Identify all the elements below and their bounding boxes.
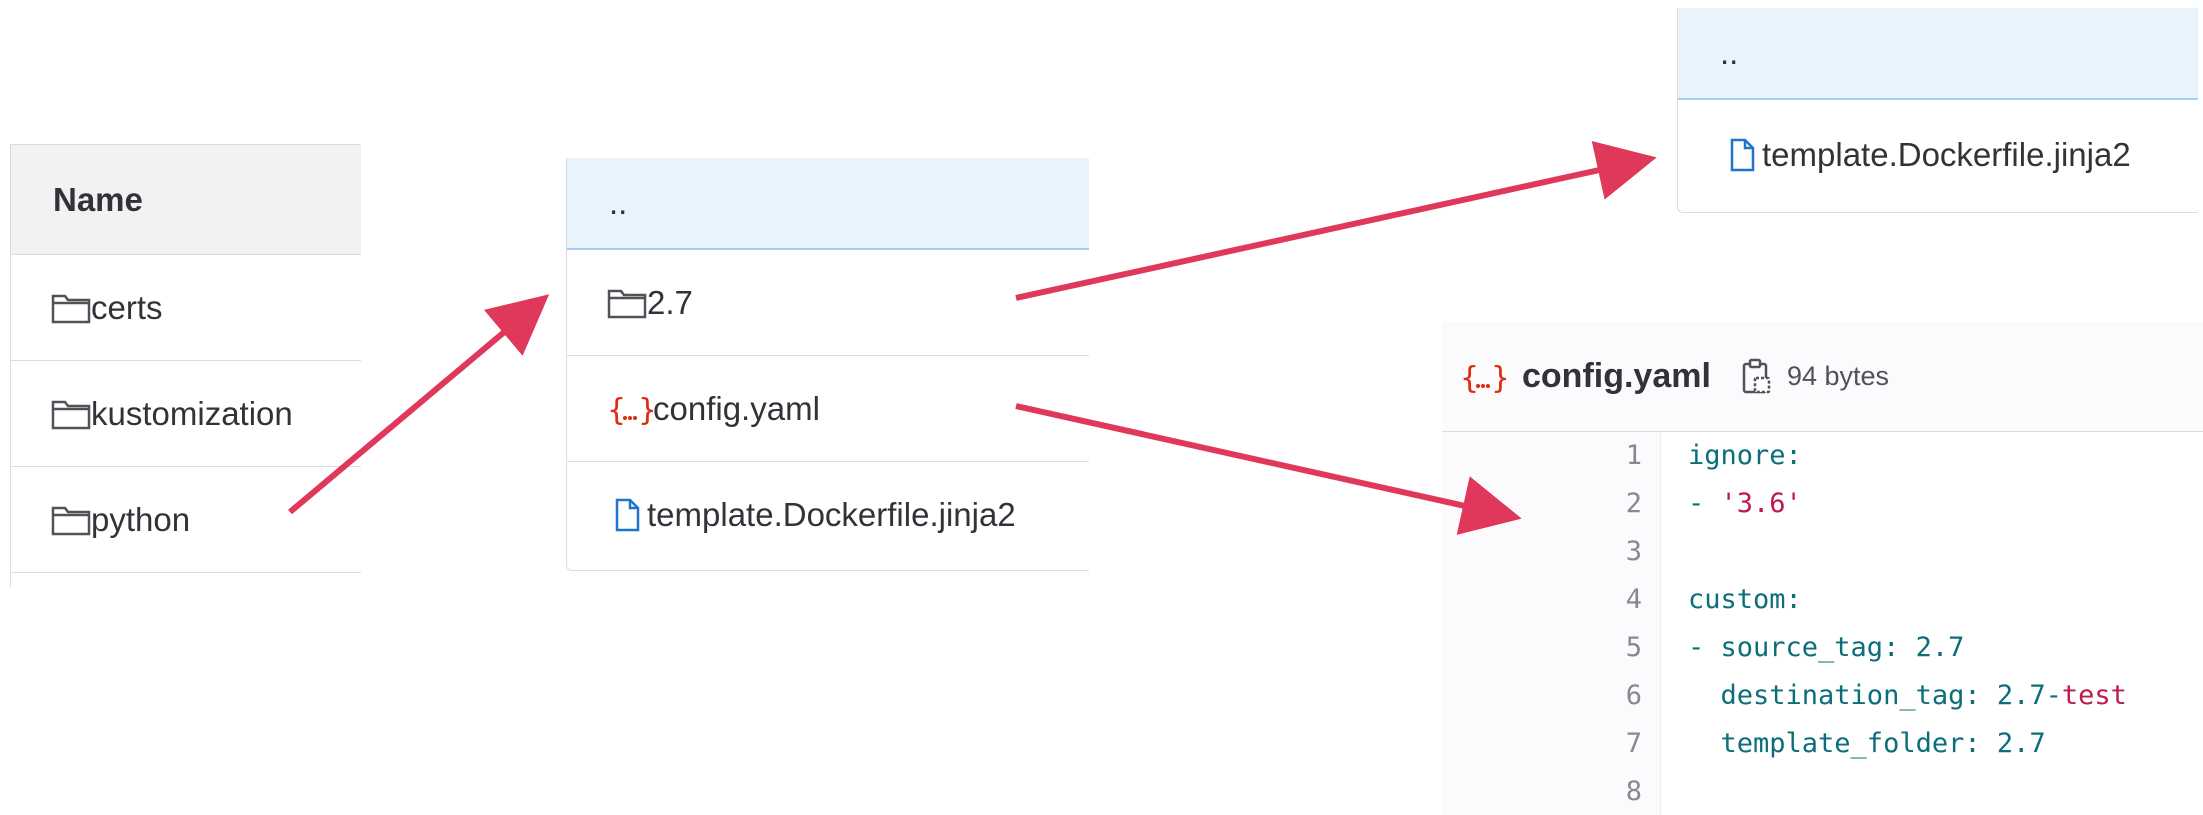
- yaml-icon: {}: [607, 392, 653, 426]
- svg-text:{: {: [1460, 361, 1479, 394]
- item-label: template.Dockerfile.jinja2: [647, 496, 1016, 533]
- folder-icon: [607, 287, 647, 319]
- code-view: 1 ignore: 2 - '3.6' 3 4 custom: 5 - source_tag: …: [1442, 432, 2203, 815]
- code-line: 2 - '3.6': [1442, 480, 2203, 528]
- parent-directory-link[interactable]: ..: [567, 158, 1089, 250]
- item-label: 2.7: [647, 283, 693, 321]
- folder-icon: [51, 504, 91, 536]
- line-number[interactable]: 1: [1442, 432, 1642, 480]
- code-line: 6 destination_tag: 2.7-test: [1442, 672, 2203, 720]
- yaml-icon: {}: [1460, 360, 1506, 394]
- code-text: destination_tag: 2.7-test: [1688, 680, 2127, 711]
- file-icon: [607, 498, 647, 532]
- item-label: kustomization: [91, 394, 293, 432]
- item-label: certs: [91, 288, 163, 326]
- code-line: 7 template_folder: 2.7: [1442, 720, 2203, 768]
- item-label: config.yaml: [653, 389, 820, 427]
- code-text: ignore:: [1688, 440, 1802, 471]
- svg-text:}: }: [638, 393, 653, 426]
- version-2.7-file-list: .. template.Dockerfile.jinja2: [1677, 8, 2198, 213]
- arrow-2.7-to-listing: [1015, 140, 1657, 301]
- code-line: 4 custom:: [1442, 576, 2203, 624]
- file-icon: [1722, 138, 1762, 172]
- code-text: - '3.6': [1688, 488, 1802, 519]
- line-number[interactable]: 5: [1442, 624, 1642, 672]
- line-number[interactable]: 3: [1442, 528, 1642, 576]
- list-item-certs[interactable]: certs: [11, 255, 361, 361]
- parent-directory-label: ..: [1720, 34, 1739, 71]
- file-size: 94 bytes: [1786, 361, 1890, 391]
- svg-text:{: {: [607, 393, 626, 426]
- list-item-2.7[interactable]: 2.7: [567, 250, 1089, 356]
- code-text: template_folder: 2.7: [1688, 728, 2046, 759]
- code-line: 8: [1442, 768, 2203, 815]
- file-header: {} config.yaml 94 bytes: [1442, 322, 2203, 432]
- code-line: 5 - source_tag: 2.7: [1442, 624, 2203, 672]
- line-number[interactable]: 4: [1442, 576, 1642, 624]
- list-item-python[interactable]: python: [11, 467, 361, 573]
- code-line: 3: [1442, 528, 2203, 576]
- name-column-header: Name: [11, 145, 361, 255]
- svg-text:}: }: [1491, 361, 1506, 394]
- arrow-config-to-viewer: [1015, 403, 1522, 535]
- copy-icon[interactable]: [1741, 358, 1773, 396]
- line-number[interactable]: 7: [1442, 720, 1642, 768]
- list-item-kustomization[interactable]: kustomization: [11, 361, 361, 467]
- parent-directory-link[interactable]: ..: [1678, 8, 2198, 100]
- list-item-template-dockerfile[interactable]: template.Dockerfile.jinja2: [567, 462, 1089, 568]
- item-label: python: [91, 500, 191, 538]
- root-file-list: Name certs kustomization python: [10, 144, 361, 587]
- code-line: 1 ignore:: [1442, 432, 2203, 480]
- list-item-config-yaml[interactable]: {} config.yaml: [567, 356, 1089, 462]
- file-name: config.yaml: [1522, 357, 1711, 395]
- folder-icon: [51, 398, 91, 430]
- folder-icon: [51, 292, 91, 324]
- line-number[interactable]: 6: [1442, 672, 1642, 720]
- parent-directory-label: ..: [609, 184, 628, 221]
- line-number[interactable]: 2: [1442, 480, 1642, 528]
- item-label: template.Dockerfile.jinja2: [1762, 136, 2131, 173]
- code-text: - source_tag: 2.7: [1688, 632, 1965, 663]
- code-text: custom:: [1688, 584, 1802, 615]
- line-number[interactable]: 8: [1442, 768, 1642, 815]
- python-file-list: .. 2.7 {} config.yaml template.Dockerfil…: [566, 158, 1089, 571]
- list-item-template-dockerfile[interactable]: template.Dockerfile.jinja2: [1678, 100, 2198, 210]
- file-viewer: {} config.yaml 94 bytes 1 ignore: 2 - '3.6'…: [1442, 322, 2203, 815]
- name-header-label: Name: [53, 180, 143, 218]
